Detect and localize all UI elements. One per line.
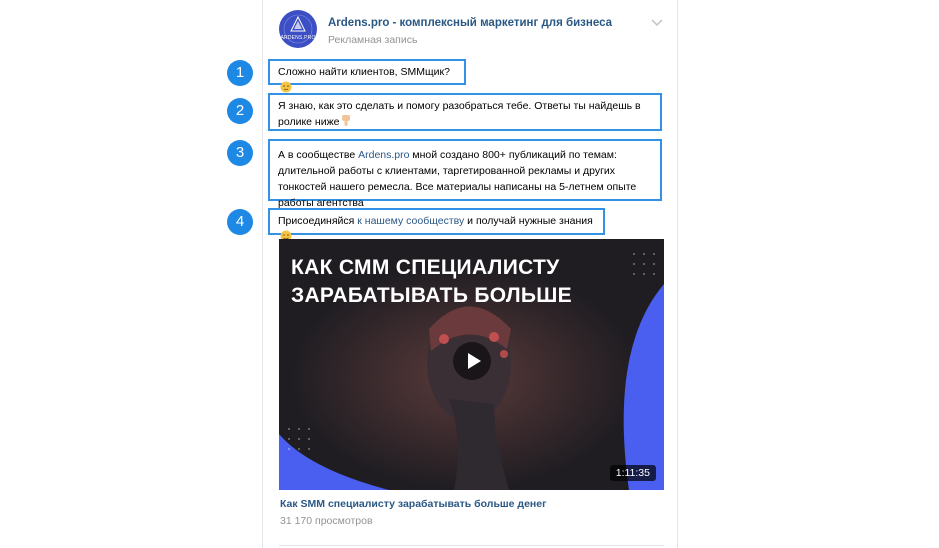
author-name-link[interactable]: Ardens.pro - комплексный маркетинг для б… (328, 17, 612, 29)
video-headline: КАК СММ СПЕЦИАЛИСТУ ЗАРАБАТЫВАТЬ БОЛЬШЕ (291, 254, 572, 310)
play-button[interactable] (453, 342, 491, 380)
marker-4: 4 (227, 209, 253, 235)
marker-3: 3 (227, 140, 253, 166)
paragraph-2: Я знаю, как это сделать и помогу разобра… (268, 93, 662, 131)
marker-2: 2 (227, 98, 253, 124)
paragraph-4-text-a: Присоединяйся (278, 215, 358, 227)
chevron-down-icon[interactable] (651, 18, 663, 28)
video-player[interactable]: КАК СММ СПЕЦИАЛИСТУ ЗАРАБАТЫВАТЬ БОЛЬШЕ … (279, 239, 664, 490)
video-headline-line-2: ЗАРАБАТЫВАТЬ БОЛЬШЕ (291, 284, 572, 307)
video-headline-line-1: КАК СММ СПЕЦИАЛИСТУ (291, 256, 560, 279)
author-avatar[interactable]: ARDENS.PRO (279, 10, 317, 48)
paragraph-3-text-a: А в сообществе (278, 149, 359, 161)
ad-label: Рекламная запись (328, 34, 418, 46)
marker-1: 1 (227, 60, 253, 86)
video-views: 31 170 просмотров (280, 515, 373, 527)
video-title-link[interactable]: Как SMM специалисту зарабатывать больше … (280, 498, 546, 510)
paragraph-1-text: Сложно найти клиентов, SMMщик? (278, 66, 450, 78)
community-name-link[interactable]: Ardens.pro (358, 149, 409, 161)
video-duration: 1:11:35 (609, 465, 656, 481)
community-link[interactable]: к нашему сообществу (357, 215, 464, 227)
paragraph-2-text: Я знаю, как это сделать и помогу разобра… (278, 100, 641, 128)
paragraph-3: А в сообществе Ardens.pro мной создано 8… (268, 139, 662, 209)
paragraph-1: Сложно найти клиентов, SMMщик? (268, 59, 466, 93)
paragraph-4: Присоединяйся к нашему сообществу и полу… (268, 208, 605, 242)
logo-icon (280, 11, 316, 47)
pointing-down-icon (342, 115, 351, 126)
divider (279, 545, 664, 546)
play-icon (468, 353, 481, 369)
paragraph-4-text-b: и получай нужные знания (464, 215, 593, 227)
thinking-face-icon (280, 81, 292, 93)
logo-text: ARDENS.PRO (280, 35, 316, 41)
